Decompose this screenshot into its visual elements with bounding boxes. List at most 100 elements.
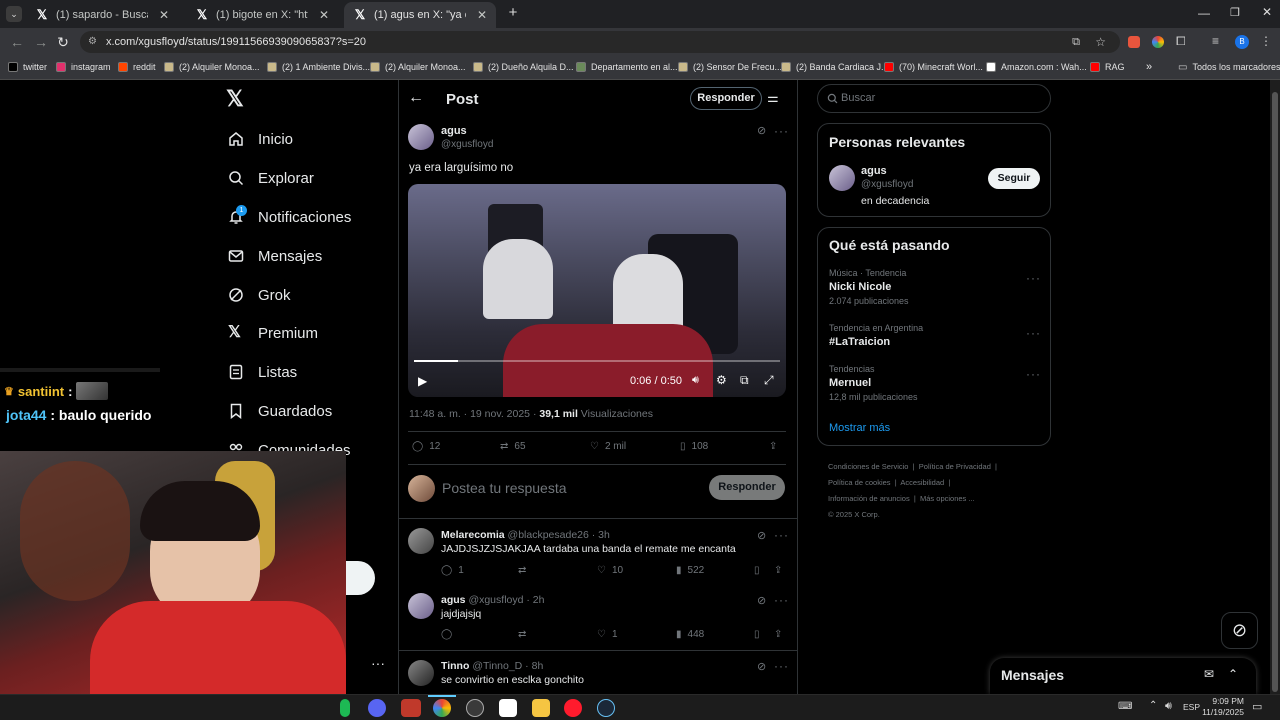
user-name[interactable]: agus <box>861 165 887 177</box>
follow-button[interactable]: Seguir <box>988 168 1040 189</box>
avatar[interactable] <box>829 165 855 191</box>
more-options-icon[interactable]: ··· <box>1026 367 1041 381</box>
like-action[interactable]: ♡ 1 <box>597 629 618 640</box>
more-options-icon[interactable]: ··· <box>774 124 789 138</box>
steam-icon[interactable] <box>597 699 615 717</box>
video-player[interactable]: ▶ 0:06 / 0:50 🔊︎ ⚙ ⧉ ⤢ <box>408 184 786 397</box>
bookmark-icon[interactable]: ▯ <box>754 565 760 576</box>
volume-icon[interactable]: 🔊︎ <box>1165 700 1172 713</box>
fullscreen-icon[interactable]: ⤢ <box>764 373 774 388</box>
grok-floating-icon[interactable]: ⊘ <box>1221 612 1258 649</box>
play-icon[interactable]: ▶ <box>418 374 427 388</box>
nav-item-premium[interactable]: 𝕏 Premium <box>228 321 318 345</box>
footer-link[interactable]: Política de cookies <box>828 478 891 487</box>
messages-drawer[interactable]: Mensajes ✉ ⌃ <box>990 658 1256 694</box>
bookmark-item[interactable]: (2) Alquiler Monoa... <box>164 56 260 78</box>
extension-icon[interactable] <box>1152 36 1164 48</box>
repost-icon[interactable]: ⇄ <box>518 565 526 576</box>
video-progress-track[interactable] <box>414 360 780 362</box>
profile-avatar[interactable]: B <box>1235 35 1249 49</box>
file-explorer-icon[interactable] <box>532 699 550 717</box>
avatar[interactable] <box>408 124 434 150</box>
keyboard-icon[interactable]: ⌨ <box>1118 701 1132 712</box>
media-control-icon[interactable]: ≡ <box>1212 34 1219 48</box>
nav-item-guardados[interactable]: Guardados <box>228 399 332 423</box>
clock[interactable]: 9:09 PM 11/19/2025 <box>1202 696 1244 718</box>
close-tab-icon[interactable]: ✕ <box>474 8 490 22</box>
all-bookmarks-button[interactable]: ▭ Todos los marcadores <box>1178 56 1280 78</box>
settings-sliders-icon[interactable]: ⚌ <box>767 90 779 106</box>
forward-icon[interactable]: → <box>32 34 50 50</box>
more-options-icon[interactable]: ··· <box>1026 326 1041 340</box>
x-logo-icon[interactable]: 𝕏 <box>226 88 248 110</box>
author-name[interactable]: agus <box>441 125 467 137</box>
share-icon[interactable]: ⇪ <box>769 441 777 452</box>
scrollbar-thumb[interactable] <box>1272 92 1278 692</box>
browser-tab[interactable]: 𝕏 (1) sapardo - Buscar / X ✕ <box>26 2 178 28</box>
browser-tab-active[interactable]: 𝕏 (1) agus en X: "ya era larguísimo ✕ <box>344 2 496 28</box>
scrollbar[interactable] <box>1270 80 1280 694</box>
more-options-icon[interactable]: ··· <box>774 659 789 673</box>
more-options-icon[interactable]: ··· <box>774 593 789 607</box>
header-reply-button[interactable]: Responder <box>690 87 762 110</box>
trend-item[interactable]: Tendencia en Argentina #LaTraicion ··· <box>818 321 1050 353</box>
minimize-icon[interactable]: — <box>1198 6 1210 20</box>
nav-item-explorar[interactable]: Explorar <box>228 166 314 190</box>
back-arrow-icon[interactable]: ← <box>408 89 424 107</box>
bookmark-icon[interactable]: ▯ <box>754 629 760 640</box>
bookmark-item[interactable]: Departamento en al... <box>576 56 678 78</box>
more-icon[interactable]: ··· <box>371 655 385 671</box>
bookmark-item[interactable]: (2) Dueño Alquila D... <box>473 56 574 78</box>
obs-icon[interactable] <box>466 699 484 717</box>
volume-icon[interactable]: 🔊︎ <box>692 374 699 387</box>
app-icon[interactable] <box>499 699 517 717</box>
avatar[interactable] <box>408 660 434 686</box>
install-app-icon[interactable]: ⧉ <box>1072 31 1080 53</box>
footer-link[interactable]: Accesibilidad <box>900 478 944 487</box>
new-tab-button[interactable]: + <box>506 5 520 21</box>
repost-action[interactable]: ⇄ 65 <box>500 441 526 452</box>
bookmark-item[interactable]: reddit <box>118 56 156 78</box>
nav-item-listas[interactable]: Listas <box>228 360 297 384</box>
bookmark-item[interactable]: (70) Minecraft Worl... <box>884 56 983 78</box>
new-message-icon[interactable]: ✉ <box>1204 667 1214 681</box>
bookmark-item[interactable]: (2) Alquiler Monoa... <box>370 56 466 78</box>
bookmark-item[interactable]: RAG <box>1090 56 1125 78</box>
settings-icon[interactable]: ⚙ <box>716 373 727 387</box>
grok-analyze-icon[interactable]: ⊘ <box>757 660 766 673</box>
opera-gx-icon[interactable] <box>564 699 582 717</box>
nav-item-inicio[interactable]: Inicio <box>228 127 293 151</box>
footer-link[interactable]: Condiciones de Servicio <box>828 462 908 471</box>
bookmark-action[interactable]: ▯ 108 <box>680 441 708 452</box>
repost-icon[interactable]: ⇄ <box>518 629 526 640</box>
nav-item-mensajes[interactable]: Mensajes <box>228 244 322 268</box>
reply-action[interactable]: ◯ 12 <box>412 441 440 452</box>
chrome-icon[interactable] <box>433 699 451 717</box>
views-action[interactable]: ▮ 448 <box>676 629 704 640</box>
address-bar[interactable]: ⚙ x.com/xgusfloyd/status/199115669390906… <box>80 31 1120 53</box>
bookmark-item[interactable]: Amazon.com : Wah... <box>986 56 1087 78</box>
close-tab-icon[interactable]: ✕ <box>156 8 172 22</box>
tab-search-button[interactable]: ⌄ <box>6 6 22 22</box>
grok-analyze-icon[interactable]: ⊘ <box>757 594 766 607</box>
bookmark-item[interactable]: twitter <box>8 56 47 78</box>
extensions-puzzle-icon[interactable]: ⧠ <box>1176 34 1186 49</box>
extension-icon[interactable] <box>1128 36 1140 48</box>
footer-link[interactable]: Política de Privacidad <box>919 462 991 471</box>
more-options-icon[interactable]: ··· <box>1026 271 1041 285</box>
reply-action[interactable]: ◯ 1 <box>441 565 464 576</box>
browser-menu-icon[interactable]: ⋮ <box>1260 34 1272 48</box>
footer-link[interactable]: Información de anuncios <box>828 494 910 503</box>
more-options-icon[interactable]: ··· <box>774 528 789 542</box>
browser-tab[interactable]: 𝕏 (1) bigote en X: "https://t.co/Sv ✕ <box>186 2 338 28</box>
reply-input[interactable]: Postea tu respuesta <box>442 480 567 496</box>
site-info-icon[interactable]: ⚙ <box>88 31 97 53</box>
footer-link[interactable]: Más opciones ... <box>920 494 975 503</box>
bookmark-star-icon[interactable]: ☆ <box>1095 31 1106 53</box>
author-handle[interactable]: @xgusfloyd <box>441 139 493 150</box>
grok-analyze-icon[interactable]: ⊘ <box>757 124 766 137</box>
notifications-icon[interactable]: ▭ <box>1252 700 1262 713</box>
show-more-link[interactable]: Mostrar más <box>829 422 890 434</box>
trend-item[interactable]: Música · Tendencia Nicki Nicole 2.074 pu… <box>818 266 1050 311</box>
reply-icon[interactable]: ◯ <box>441 629 452 640</box>
